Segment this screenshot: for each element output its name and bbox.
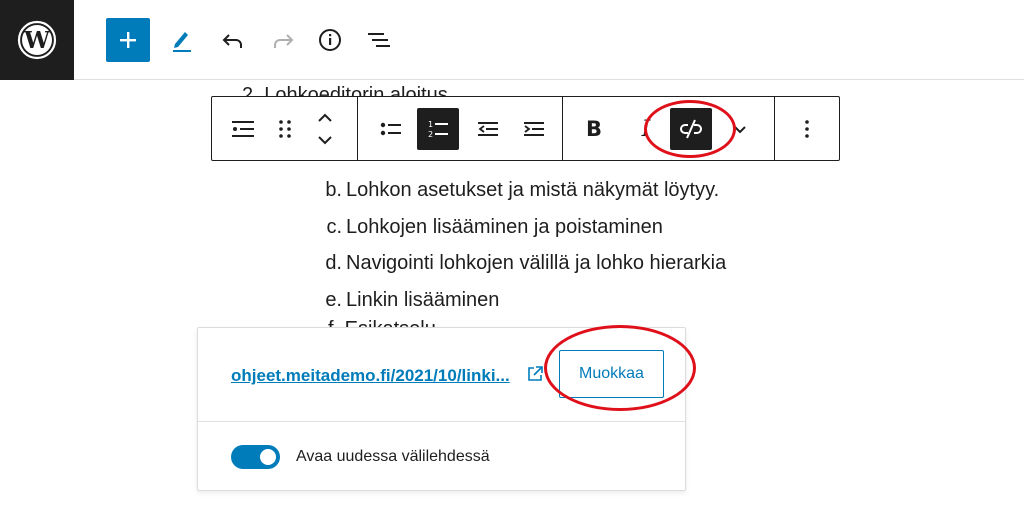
list-item-marker: c. xyxy=(326,215,342,238)
italic-icon: I xyxy=(641,116,651,142)
add-block-button[interactable] xyxy=(106,18,150,62)
ordered-list-icon: 1 2 xyxy=(428,120,448,139)
external-link-icon xyxy=(528,366,543,381)
unlink-icon xyxy=(680,119,702,139)
wordpress-logo-button[interactable]: W xyxy=(0,0,74,80)
bold-button[interactable]: B xyxy=(573,108,615,150)
outdent-icon xyxy=(478,122,498,136)
list-item[interactable]: d. Navigointi lohkojen välillä ja lohko … xyxy=(300,245,726,282)
italic-button[interactable]: I xyxy=(625,108,667,150)
list-item-text: Lohkon asetukset ja mistä näkymät löytyy… xyxy=(346,179,720,201)
list-item[interactable]: b. Lohkon asetukset ja mistä näkymät löy… xyxy=(300,172,726,209)
redo-button[interactable] xyxy=(261,18,305,62)
drag-handle-button[interactable] xyxy=(264,108,306,150)
plus-icon xyxy=(120,32,136,48)
move-block-button[interactable] xyxy=(304,108,346,150)
list-item[interactable]: e. Linkin lisääminen xyxy=(300,282,726,319)
undo-button[interactable] xyxy=(211,18,255,62)
indent-button[interactable] xyxy=(513,108,555,150)
more-rich-text-button[interactable] xyxy=(719,108,761,150)
ordered-sublist: b. Lohkon asetukset ja mistä näkymät löy… xyxy=(300,172,726,318)
list-item[interactable]: c. Lohkojen lisääminen ja poistaminen xyxy=(300,209,726,246)
svg-text:W: W xyxy=(23,27,51,54)
list-view-button[interactable] xyxy=(357,18,401,62)
edit-link-button[interactable]: Muokkaa xyxy=(559,350,664,398)
list-item-marker: d. xyxy=(325,252,342,274)
toggle-knob xyxy=(260,449,276,465)
list-block-icon xyxy=(232,121,254,137)
list-item-marker: e. xyxy=(325,288,342,311)
link-preview-url[interactable]: ohjeet.meitademo.fi/2021/10/linki... xyxy=(231,366,510,386)
unordered-list-button[interactable] xyxy=(370,108,412,150)
ordered-list-button[interactable]: 1 2 xyxy=(417,108,459,150)
unlink-button[interactable] xyxy=(670,108,712,150)
popover-divider xyxy=(198,421,685,422)
wordpress-logo-icon: W xyxy=(17,20,57,60)
tools-button[interactable] xyxy=(160,18,204,62)
outdent-button[interactable] xyxy=(467,108,509,150)
link-popover: ohjeet.meitademo.fi/2021/10/linki... Muo… xyxy=(197,327,686,491)
block-toolbar-group-options xyxy=(775,97,839,160)
more-options-icon xyxy=(805,120,809,138)
unordered-list-icon xyxy=(380,122,401,136)
list-view-icon xyxy=(368,33,390,47)
list-item-marker: b. xyxy=(325,179,342,201)
list-item-text: Linkin lisääminen xyxy=(346,288,500,311)
indent-icon xyxy=(524,122,544,136)
bold-icon: B xyxy=(585,117,602,141)
block-options-button[interactable] xyxy=(786,108,828,150)
details-button[interactable] xyxy=(308,18,352,62)
list-item-text: Navigointi lohkojen välillä ja lohko hie… xyxy=(346,252,727,274)
block-toolbar-group-list: 1 2 xyxy=(358,97,563,160)
drag-handle-icon xyxy=(279,120,291,138)
redo-icon xyxy=(274,34,294,48)
block-toolbar-group-format: B I xyxy=(563,97,775,160)
move-up-down-icon xyxy=(318,113,332,145)
block-type-button[interactable] xyxy=(222,108,264,150)
pencil-icon xyxy=(173,32,191,52)
info-icon xyxy=(319,29,341,51)
undo-icon xyxy=(222,34,242,48)
open-new-tab-label: Avaa uudessa välilehdessä xyxy=(296,448,490,465)
block-toolbar-group-block xyxy=(212,97,358,160)
block-toolbar: 1 2 B I xyxy=(211,96,840,161)
svg-text:2: 2 xyxy=(428,130,433,139)
open-new-tab-toggle[interactable] xyxy=(231,445,280,469)
editor-top-toolbar: W xyxy=(0,0,1024,80)
chevron-down-icon xyxy=(734,126,746,134)
list-item-text: Lohkojen lisääminen ja poistaminen xyxy=(346,215,663,238)
svg-text:1: 1 xyxy=(428,120,433,129)
